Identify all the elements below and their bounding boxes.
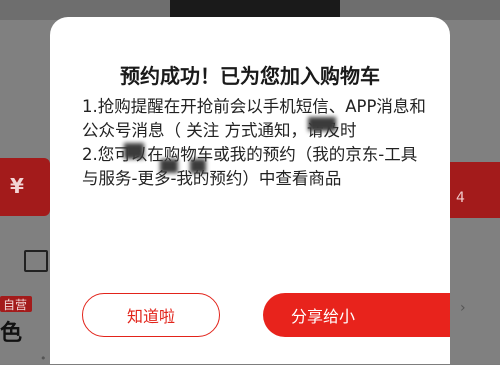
color-label: 色 <box>0 321 23 346</box>
redaction-mosaic <box>124 143 144 159</box>
discount-badge: 4 <box>448 162 500 218</box>
dialog-title: 预约成功！已为您加入购物车 <box>120 64 380 88</box>
share-button[interactable]: 分享给小 <box>263 293 450 337</box>
redaction-mosaic <box>308 117 336 131</box>
reminder-paragraph: 1.抢购提醒在开抢前会以手机短信、APP消息和公众号消息（ 关注 方式通知，请及… <box>82 97 426 140</box>
chevron-right-icon: › <box>460 300 466 316</box>
price-bar: ¥ <box>0 158 50 216</box>
got-it-button[interactable]: 知道啦 <box>82 293 220 337</box>
reservation-success-dialog: 预约成功！已为您加入购物车 1.抢购提醒在开抢前会以手机短信、APP消息和公众号… <box>50 17 450 364</box>
price-symbol: ¥ <box>10 174 24 198</box>
self-operated-tag: 自营 <box>0 296 32 312</box>
discount-text: 4 <box>456 190 465 206</box>
redaction-mosaic <box>190 159 206 173</box>
tag-text: 自营 <box>3 298 28 312</box>
box-icon <box>24 250 48 272</box>
redaction-mosaic <box>160 159 178 173</box>
